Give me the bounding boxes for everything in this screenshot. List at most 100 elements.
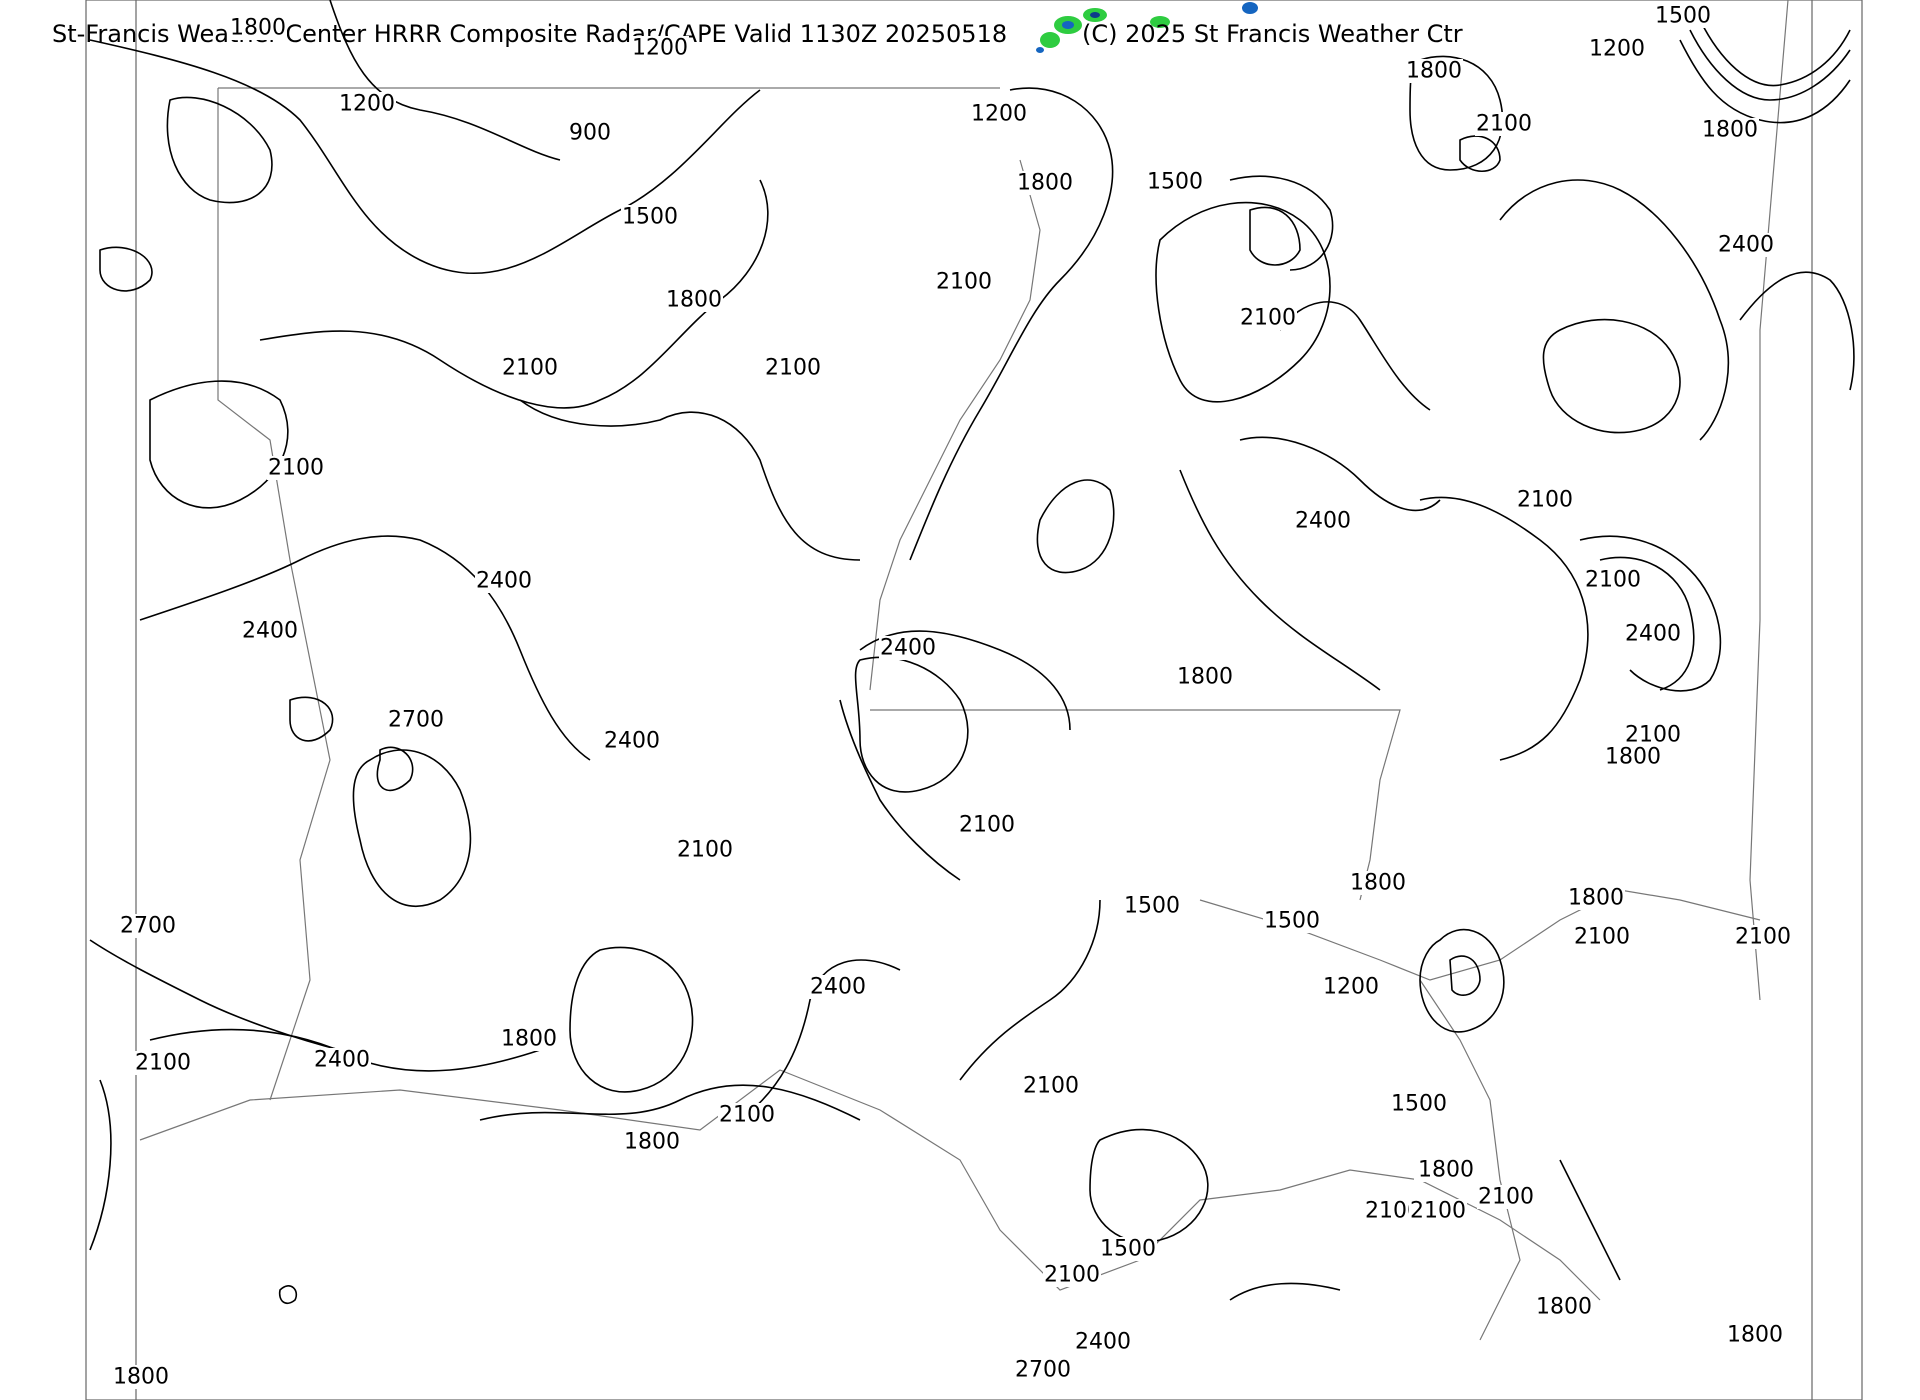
contour-line [1239,436,1441,512]
contour-line [1229,175,1334,271]
contour-line [1279,301,1431,411]
southeast-border [1199,889,1761,981]
contour-label: 1200 [971,102,1027,127]
political-borders [139,0,1789,1341]
contour-label: 1800 [501,1027,557,1052]
contour-label: 2100 [1585,568,1641,593]
contour-label: 1800 [113,1365,169,1390]
radar-cell [1242,2,1258,14]
contour-label: 1800 [1727,1323,1783,1348]
contour-line [89,1079,112,1251]
contour-label: 2100 [502,356,558,381]
contour-label: 2100 [936,270,992,295]
contour-label: 2100 [1478,1185,1534,1210]
contour-line [1459,135,1501,173]
contour-line [854,656,969,793]
state-border-middle [870,709,1401,901]
contour-line [1449,955,1481,996]
contour-label: 2100 [1476,112,1532,137]
contour-label: 2400 [1295,509,1351,534]
contour-label: 1200 [1323,975,1379,1000]
contour-line [909,87,1114,561]
contour-line [1419,928,1505,1033]
contour-label: 1800 [1406,59,1462,84]
contour-label: 2700 [1015,1358,1071,1383]
contour-label: 1800 [1702,118,1758,143]
state-border-east [1749,0,1789,1001]
contour-label: 2400 [1718,233,1774,258]
contour-label: 2700 [388,708,444,733]
contour-line [289,696,334,742]
contour-line [1739,271,1855,391]
contour-label: 2400 [242,619,298,644]
contour-label: 2100 [1044,1263,1100,1288]
contour-label: 1800 [1568,886,1624,911]
contour-label: 2100 [959,813,1015,838]
contour-line [1559,1159,1621,1281]
contour-label: 1500 [1147,170,1203,195]
contour-label: 2400 [1625,622,1681,647]
contour-label: 1800 [1605,745,1661,770]
contour-line [1499,179,1729,441]
contour-line [278,1285,298,1305]
contour-label: 2400 [1075,1330,1131,1355]
contour-line [839,699,961,881]
contour-line [1542,318,1681,434]
contour-label: 1800 [230,16,286,41]
radar-cell [1062,21,1074,29]
contour-line [166,96,273,204]
contour-label: 2700 [120,914,176,939]
contour-line [1249,206,1301,266]
contour-label: 2100 [1517,488,1573,513]
cape-contour-map: St-Francis Weather-Center HRRR Composite… [52,0,1863,1400]
map-frame [85,0,1863,1400]
contour-label: 2100 [268,456,324,481]
river-border [869,159,1041,691]
cape-contours [89,0,1855,1305]
map-title-right: (C) 2025 St Francis Weather Ctr [1082,20,1463,48]
contour-label: 900 [569,121,611,146]
contour-line [1179,469,1381,691]
contour-line [1679,39,1851,124]
contour-label: 1800 [666,288,722,313]
contour-label: 1800 [1017,171,1073,196]
contour-label: 1500 [1100,1237,1156,1262]
radar-cell [1090,12,1100,18]
contour-label: 2400 [604,729,660,754]
contour-label: 1800 [1177,665,1233,690]
contour-label: 1800 [1536,1295,1592,1320]
contour-label: 2400 [314,1048,370,1073]
contour-label: 1200 [339,92,395,117]
map-title-left: St-Francis Weather-Center HRRR Composite… [52,20,1007,48]
contour-label: 2100 [1574,925,1630,950]
contour-label: 2100 [1410,1199,1466,1224]
contour-label: 1800 [1418,1158,1474,1183]
contour-label: 2100 [677,838,733,863]
contour-line [1229,1282,1341,1301]
contour-label: 2100 [1023,1074,1079,1099]
contour-label: 2100 [719,1103,775,1128]
contour-line [959,899,1101,1081]
contour-line [89,39,761,275]
contour-line [1036,479,1115,574]
contour-line [99,246,153,292]
contour-line [89,939,341,1051]
contour-label: 1500 [1264,909,1320,934]
contour-line [1089,1128,1209,1243]
contour-label: 1200 [632,36,688,61]
contour-line [1689,29,1851,101]
contour-label: 1800 [1350,871,1406,896]
contour-line [1155,201,1331,403]
contour-line [479,1084,861,1121]
contour-label: 2100 [1735,925,1791,950]
contour-label: 2100 [135,1051,191,1076]
radar-cell [1040,32,1060,48]
contour-label: 1500 [1124,894,1180,919]
contour-label: 1200 [1589,37,1645,62]
contour-label: 2400 [810,975,866,1000]
contour-line [519,399,861,561]
contour-label: 1500 [622,205,678,230]
contour-label: 2400 [476,569,532,594]
contour-label: 2100 [1240,306,1296,331]
contour-label: 1500 [1655,4,1711,29]
